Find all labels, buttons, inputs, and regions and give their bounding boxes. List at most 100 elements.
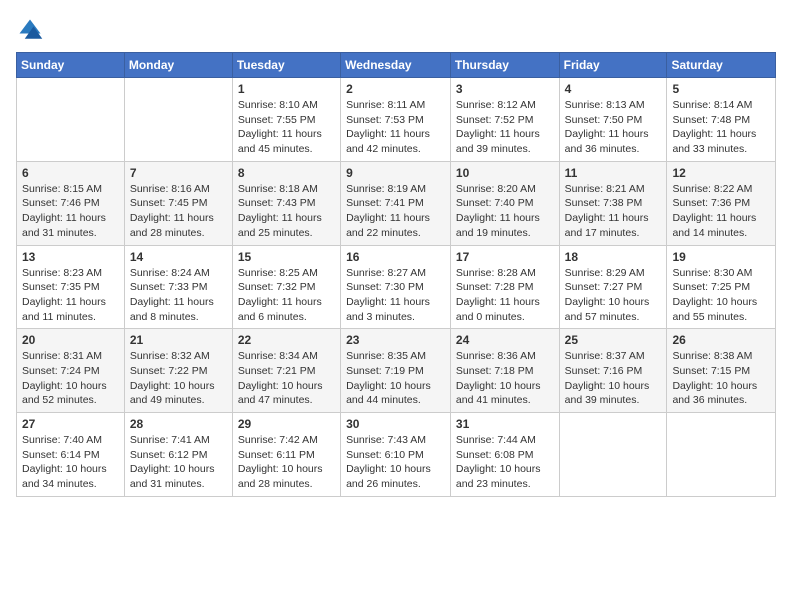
day-detail: Sunrise: 8:36 AM Sunset: 7:18 PM Dayligh… [456,349,554,408]
calendar-cell: 23 Sunrise: 8:35 AM Sunset: 7:19 PM Dayli… [341,329,451,413]
day-number: 16 [346,250,445,264]
day-detail: Sunrise: 8:15 AM Sunset: 7:46 PM Dayligh… [22,182,119,241]
calendar-cell: 8 Sunrise: 8:18 AM Sunset: 7:43 PM Daylig… [232,161,340,245]
day-number: 1 [238,82,335,96]
day-number: 28 [130,417,227,431]
calendar-cell: 2 Sunrise: 8:11 AM Sunset: 7:53 PM Daylig… [341,78,451,162]
day-number: 22 [238,333,335,347]
day-number: 21 [130,333,227,347]
day-number: 12 [672,166,770,180]
logo-icon [16,16,44,44]
day-number: 7 [130,166,227,180]
day-detail: Sunrise: 8:16 AM Sunset: 7:45 PM Dayligh… [130,182,227,241]
calendar-week-row: 13 Sunrise: 8:23 AM Sunset: 7:35 PM Dayli… [17,245,776,329]
calendar-cell: 1 Sunrise: 8:10 AM Sunset: 7:55 PM Daylig… [232,78,340,162]
day-detail: Sunrise: 8:25 AM Sunset: 7:32 PM Dayligh… [238,266,335,325]
day-number: 30 [346,417,445,431]
logo [16,16,48,44]
day-detail: Sunrise: 8:21 AM Sunset: 7:38 PM Dayligh… [565,182,662,241]
calendar-week-row: 20 Sunrise: 8:31 AM Sunset: 7:24 PM Dayli… [17,329,776,413]
day-detail: Sunrise: 8:37 AM Sunset: 7:16 PM Dayligh… [565,349,662,408]
day-number: 3 [456,82,554,96]
day-header-tuesday: Tuesday [232,53,340,78]
calendar-cell: 28Sunrise: 7:41 AM Sunset: 6:12 PM Dayli… [124,413,232,497]
calendar-cell: 18 Sunrise: 8:29 AM Sunset: 7:27 PM Dayli… [559,245,667,329]
day-detail: Sunrise: 7:44 AM Sunset: 6:08 PM Dayligh… [456,433,554,492]
day-detail: Sunrise: 8:13 AM Sunset: 7:50 PM Dayligh… [565,98,662,157]
day-detail: Sunrise: 7:42 AM Sunset: 6:11 PM Dayligh… [238,433,335,492]
day-number: 18 [565,250,662,264]
day-detail: Sunrise: 8:34 AM Sunset: 7:21 PM Dayligh… [238,349,335,408]
day-number: 2 [346,82,445,96]
calendar-cell: 19Sunrise: 8:30 AM Sunset: 7:25 PM Dayli… [667,245,776,329]
day-number: 26 [672,333,770,347]
day-detail: Sunrise: 8:12 AM Sunset: 7:52 PM Dayligh… [456,98,554,157]
day-detail: Sunrise: 8:31 AM Sunset: 7:24 PM Dayligh… [22,349,119,408]
day-number: 23 [346,333,445,347]
day-header-sunday: Sunday [17,53,125,78]
calendar-cell: 16 Sunrise: 8:27 AM Sunset: 7:30 PM Dayli… [341,245,451,329]
calendar-cell: 31 Sunrise: 7:44 AM Sunset: 6:08 PM Dayli… [450,413,559,497]
day-header-monday: Monday [124,53,232,78]
day-detail: Sunrise: 8:10 AM Sunset: 7:55 PM Dayligh… [238,98,335,157]
calendar-cell [559,413,667,497]
calendar-cell [124,78,232,162]
day-number: 8 [238,166,335,180]
calendar-cell: 6 Sunrise: 8:15 AM Sunset: 7:46 PM Daylig… [17,161,125,245]
calendar-cell: 22 Sunrise: 8:34 AM Sunset: 7:21 PM Dayli… [232,329,340,413]
calendar-cell: 14 Sunrise: 8:24 AM Sunset: 7:33 PM Dayli… [124,245,232,329]
day-detail: Sunrise: 8:30 AM Sunset: 7:25 PM Dayligh… [672,266,770,325]
day-detail: Sunrise: 8:24 AM Sunset: 7:33 PM Dayligh… [130,266,227,325]
day-detail: Sunrise: 7:40 AM Sunset: 6:14 PM Dayligh… [22,433,119,492]
day-number: 9 [346,166,445,180]
calendar-cell: 17 Sunrise: 8:28 AM Sunset: 7:28 PM Dayli… [450,245,559,329]
day-detail: Sunrise: 8:22 AM Sunset: 7:36 PM Dayligh… [672,182,770,241]
calendar-cell: 11 Sunrise: 8:21 AM Sunset: 7:38 PM Dayli… [559,161,667,245]
day-number: 20 [22,333,119,347]
day-detail: Sunrise: 8:18 AM Sunset: 7:43 PM Dayligh… [238,182,335,241]
day-detail: Sunrise: 8:32 AM Sunset: 7:22 PM Dayligh… [130,349,227,408]
calendar-cell: 5 Sunrise: 8:14 AM Sunset: 7:48 PM Daylig… [667,78,776,162]
day-number: 10 [456,166,554,180]
day-detail: Sunrise: 8:35 AM Sunset: 7:19 PM Dayligh… [346,349,445,408]
day-number: 17 [456,250,554,264]
day-detail: Sunrise: 8:11 AM Sunset: 7:53 PM Dayligh… [346,98,445,157]
day-header-thursday: Thursday [450,53,559,78]
day-detail: Sunrise: 8:14 AM Sunset: 7:48 PM Dayligh… [672,98,770,157]
day-detail: Sunrise: 8:29 AM Sunset: 7:27 PM Dayligh… [565,266,662,325]
calendar-cell: 9Sunrise: 8:19 AM Sunset: 7:41 PM Daylig… [341,161,451,245]
day-detail: Sunrise: 8:23 AM Sunset: 7:35 PM Dayligh… [22,266,119,325]
calendar-cell: 21 Sunrise: 8:32 AM Sunset: 7:22 PM Dayli… [124,329,232,413]
day-detail: Sunrise: 8:27 AM Sunset: 7:30 PM Dayligh… [346,266,445,325]
day-number: 6 [22,166,119,180]
calendar-cell: 15 Sunrise: 8:25 AM Sunset: 7:32 PM Dayli… [232,245,340,329]
calendar-cell: 27 Sunrise: 7:40 AM Sunset: 6:14 PM Dayli… [17,413,125,497]
day-number: 15 [238,250,335,264]
calendar-cell: 3 Sunrise: 8:12 AM Sunset: 7:52 PM Daylig… [450,78,559,162]
calendar-week-row: 1 Sunrise: 8:10 AM Sunset: 7:55 PM Daylig… [17,78,776,162]
calendar-header-row: SundayMondayTuesdayWednesdayThursdayFrid… [17,53,776,78]
calendar-cell: 7 Sunrise: 8:16 AM Sunset: 7:45 PM Daylig… [124,161,232,245]
calendar-cell [667,413,776,497]
day-number: 5 [672,82,770,96]
calendar-cell: 24Sunrise: 8:36 AM Sunset: 7:18 PM Dayli… [450,329,559,413]
day-detail: Sunrise: 7:43 AM Sunset: 6:10 PM Dayligh… [346,433,445,492]
day-number: 4 [565,82,662,96]
calendar-week-row: 6 Sunrise: 8:15 AM Sunset: 7:46 PM Daylig… [17,161,776,245]
header [16,16,776,44]
day-number: 29 [238,417,335,431]
calendar-cell: 26Sunrise: 8:38 AM Sunset: 7:15 PM Dayli… [667,329,776,413]
calendar-cell [17,78,125,162]
day-detail: Sunrise: 8:28 AM Sunset: 7:28 PM Dayligh… [456,266,554,325]
day-number: 31 [456,417,554,431]
calendar-cell: 25Sunrise: 8:37 AM Sunset: 7:16 PM Dayli… [559,329,667,413]
calendar-cell: 10Sunrise: 8:20 AM Sunset: 7:40 PM Dayli… [450,161,559,245]
day-number: 13 [22,250,119,264]
day-header-friday: Friday [559,53,667,78]
calendar-week-row: 27 Sunrise: 7:40 AM Sunset: 6:14 PM Dayli… [17,413,776,497]
calendar-cell: 13 Sunrise: 8:23 AM Sunset: 7:35 PM Dayli… [17,245,125,329]
day-number: 14 [130,250,227,264]
calendar-cell: 20 Sunrise: 8:31 AM Sunset: 7:24 PM Dayli… [17,329,125,413]
day-number: 11 [565,166,662,180]
day-number: 27 [22,417,119,431]
